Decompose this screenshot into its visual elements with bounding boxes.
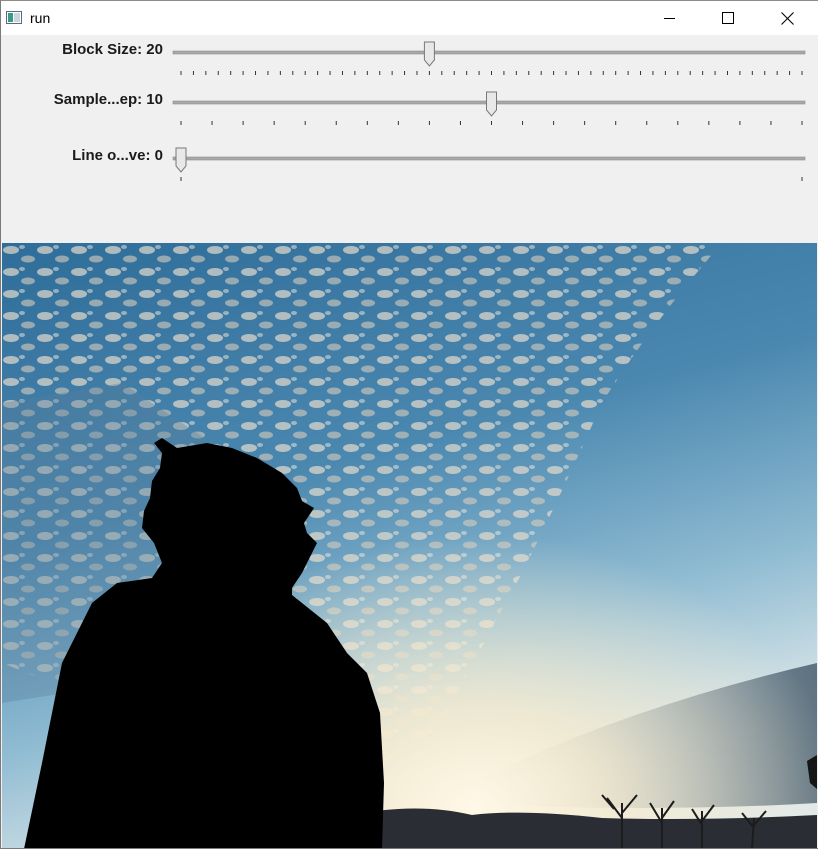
app-window-icon (6, 11, 22, 24)
silhouette-photo (2, 243, 817, 848)
slider-track[interactable] (172, 50, 806, 55)
close-button[interactable] (758, 1, 816, 35)
close-icon (780, 11, 794, 25)
slider-thumb[interactable] (486, 91, 497, 117)
image-display (2, 243, 817, 848)
title-bar[interactable]: run (1, 1, 818, 35)
slider-thumb[interactable] (175, 147, 187, 173)
window-title: run (30, 10, 51, 26)
maximize-icon (722, 12, 734, 24)
app-window: run Block Size: 20 Sample...ep: 10 Line … (0, 0, 818, 849)
slider-track[interactable] (172, 156, 806, 161)
trackbar-block-size[interactable]: Block Size: 20 (1, 35, 818, 85)
trackbar-label: Line o...ve: 0 (72, 147, 163, 164)
slider-block-size[interactable] (171, 35, 811, 85)
trackbar-panel: Block Size: 20 Sample...ep: 10 Line o...… (1, 35, 818, 242)
minimize-icon (664, 18, 675, 19)
trackbar-label: Block Size: 20 (62, 41, 163, 58)
slider-line-overlay[interactable] (171, 141, 811, 191)
maximize-button[interactable] (699, 1, 757, 35)
trackbar-line-overlay[interactable]: Line o...ve: 0 (1, 141, 818, 191)
trackbar-sample-step[interactable]: Sample...ep: 10 (1, 85, 818, 135)
slider-sample-step[interactable] (171, 85, 811, 135)
minimize-button[interactable] (641, 1, 699, 35)
slider-thumb[interactable] (423, 41, 435, 67)
trackbar-label: Sample...ep: 10 (53, 91, 163, 108)
